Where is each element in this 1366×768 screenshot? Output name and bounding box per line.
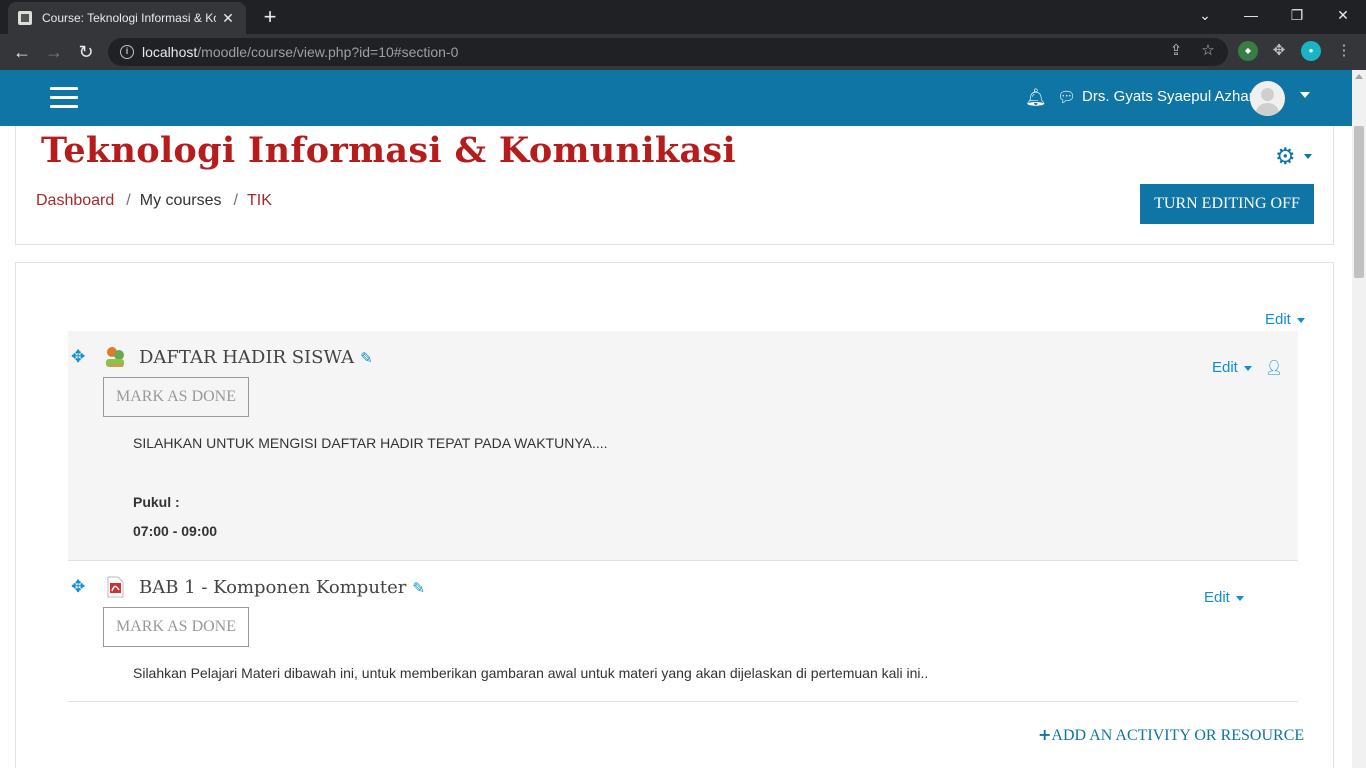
share-icon[interactable]: ⇪ — [1165, 40, 1187, 62]
edit-title-pencil-icon[interactable]: ✎ — [412, 579, 425, 597]
pdf-file-icon[interactable] — [103, 575, 127, 599]
caret-down-icon[interactable] — [1296, 317, 1305, 323]
scroll-up-arrow-icon[interactable] — [1355, 74, 1363, 79]
browser-menu-icon[interactable]: ⋮ — [1333, 40, 1355, 62]
activity-title[interactable]: DAFTAR HADIR SISWA ✎ — [139, 347, 373, 368]
moodle-navbar: 🔔︎ 💬︎ Drs. Gyats Syaepul Azhar — [0, 70, 1352, 126]
restore-button[interactable]: ❐ — [1274, 0, 1320, 30]
page-scrollbar[interactable] — [1352, 70, 1366, 768]
activity-edit-menu[interactable]: Edit — [1204, 589, 1244, 606]
site-info-icon[interactable]: i — [120, 45, 134, 59]
back-arrow-icon[interactable]: ← — [9, 39, 35, 65]
profile-avatar-icon[interactable]: ● — [1301, 41, 1321, 61]
breadcrumb-course[interactable]: TIK — [247, 192, 272, 210]
breadcrumb-my-courses: My courses — [139, 192, 222, 209]
browser-tabstrip: Course: Teknologi Informasi & Ko ✕ + ⌄ —… — [0, 0, 1366, 34]
browser-toolbar: ← → ↻ i localhost/moodle/course/view.php… — [0, 34, 1366, 70]
bookmark-star-icon[interactable]: ☆ — [1197, 40, 1219, 62]
course-section: Edit ✥ DAFTAR HADIR SISWA ✎ Edit 👤︎ MARK … — [15, 262, 1334, 768]
scroll-thumb[interactable] — [1354, 126, 1364, 278]
caret-down-icon[interactable] — [1235, 595, 1244, 601]
section-edit-menu[interactable]: Edit — [1265, 311, 1305, 328]
notification-bell-icon[interactable]: 🔔︎ — [1025, 88, 1047, 108]
browser-tab[interactable]: Course: Teknologi Informasi & Ko ✕ — [8, 2, 246, 34]
move-icon[interactable]: ✥ — [71, 577, 85, 597]
tab-search-chevron-icon[interactable]: ⌄ — [1182, 0, 1228, 30]
moodle-favicon-icon — [18, 11, 32, 25]
edit-title-pencil-icon[interactable]: ✎ — [360, 349, 373, 367]
user-name[interactable]: Drs. Gyats Syaepul Azhar — [1082, 88, 1254, 105]
mark-as-done-button[interactable]: MARK AS DONE — [103, 377, 249, 417]
add-activity-button[interactable]: +ADD AN ACTIVITY OR RESOURCE — [1038, 725, 1304, 745]
page-title: Teknologi Informasi & Komunikasi — [41, 130, 737, 171]
course-header: Teknologi Informasi & Komunikasi ⚙ Dashb… — [15, 126, 1334, 245]
activity-title[interactable]: BAB 1 - Komponen Komputer ✎ — [139, 577, 425, 598]
reload-icon[interactable]: ↻ — [73, 39, 99, 65]
move-icon[interactable]: ✥ — [71, 347, 85, 367]
minimize-button[interactable]: — — [1228, 0, 1274, 30]
gear-icon[interactable]: ⚙ — [1275, 143, 1296, 170]
activity-edit-menu[interactable]: Edit — [1212, 359, 1252, 376]
activity-time-label: Pukul : — [133, 494, 180, 510]
user-icon[interactable]: 👤︎ — [1265, 359, 1283, 376]
breadcrumb-dashboard[interactable]: Dashboard — [36, 192, 114, 210]
user-menu-caret-icon[interactable] — [1300, 92, 1310, 98]
new-tab-button[interactable]: + — [258, 4, 282, 30]
hamburger-menu-icon[interactable] — [50, 87, 78, 109]
breadcrumb: Dashboard / My courses / TIK — [36, 192, 272, 210]
activity-description: SILAHKAN UNTUK MENGISI DAFTAR HADIR TEPA… — [133, 435, 608, 451]
tab-close-icon[interactable]: ✕ — [220, 10, 236, 27]
tab-title: Course: Teknologi Informasi & Ko — [42, 11, 216, 25]
caret-down-icon[interactable] — [1243, 365, 1252, 371]
messages-chat-icon[interactable]: 💬︎ — [1057, 88, 1076, 106]
extension-globe-icon[interactable]: ◆ — [1238, 41, 1258, 61]
activity-description: Silahkan Pelajari Materi dibawah ini, un… — [133, 665, 929, 681]
activity-attendance: ✥ DAFTAR HADIR SISWA ✎ Edit 👤︎ MARK AS DO… — [68, 331, 1298, 561]
attendance-icon[interactable] — [103, 345, 127, 369]
gear-caret-icon[interactable] — [1304, 154, 1312, 159]
url-host: localhost — [142, 44, 198, 60]
section-edit-label[interactable]: Edit — [1265, 311, 1291, 328]
forward-arrow-icon[interactable]: → — [41, 39, 67, 65]
address-bar[interactable]: i localhost/moodle/course/view.php?id=10… — [108, 38, 1228, 66]
extensions-puzzle-icon[interactable]: ✥ — [1268, 40, 1290, 62]
plus-icon[interactable]: + — [1038, 725, 1051, 744]
url-path: /moodle/course/view.php?id=10#section-0 — [197, 44, 459, 60]
activity-time-value: 07:00 - 09:00 — [133, 523, 218, 539]
window-close-button[interactable]: ✕ — [1320, 0, 1366, 30]
activity-bab1: ✥ BAB 1 - Komponen Komputer ✎ Edit MARK A… — [68, 561, 1298, 702]
user-avatar[interactable] — [1250, 81, 1285, 116]
turn-editing-off-button[interactable]: TURN EDITING OFF — [1140, 184, 1314, 224]
mark-as-done-button[interactable]: MARK AS DONE — [103, 607, 249, 647]
